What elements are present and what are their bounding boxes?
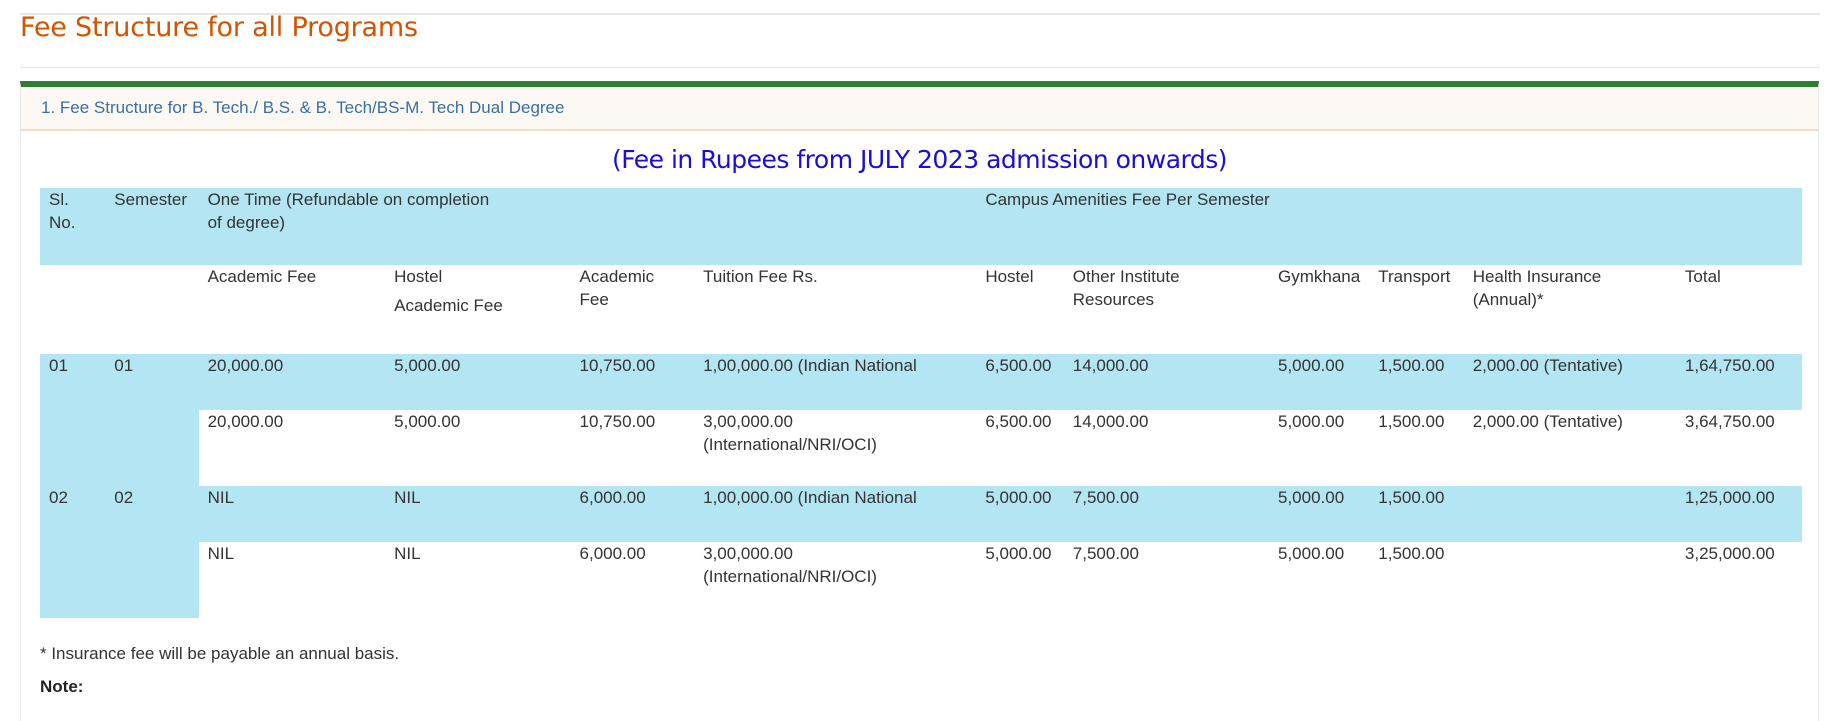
cell-semester: 02 [105,486,199,618]
header-academic-fee: Academic Fee [207,267,317,286]
cell-academic: 20,000.00 [207,356,284,375]
cell-hostel-academic: NIL [394,488,421,507]
cell-gymkhana: 5,000.00 [1277,412,1345,431]
cell-transport: 1,500.00 [1378,488,1445,507]
cell-tuition: 3,00,000.00 (International/NRI/OCI) [694,542,976,618]
cell-other: 7,500.00 [1072,488,1139,507]
header-transport: Transport [1378,267,1451,286]
cell-transport: 1,500.00 [1378,412,1445,431]
cell-other: 14,000.00 [1072,412,1149,431]
table-header-row-2: Academic Fee Hostel Academic Fee Academi… [40,265,1802,354]
header-semester: Semester [114,190,188,209]
cell-gymkhana: 5,000.00 [1277,544,1345,563]
cell-academic: NIL [207,544,235,563]
cell-total: 1,25,000.00 [1684,488,1775,507]
panel-heading: 1. Fee Structure for B. Tech./ B.S. & B.… [21,87,1818,131]
page-title: Fee Structure for all Programs [20,12,418,43]
cell-total: 1,64,750.00 [1684,356,1775,375]
cell-total: 3,25,000.00 [1684,544,1775,563]
panel-heading-link[interactable]: 1. Fee Structure for B. Tech./ B.S. & B.… [41,98,564,118]
cell-academic-2: 6,000.00 [579,544,646,563]
cell-hostel-academic: NIL [394,544,421,563]
cell-gymkhana: 5,000.00 [1277,356,1345,375]
cell-academic: 20,000.00 [207,412,284,431]
header-one-time-text: One Time (Refundable on completion of de… [207,190,490,232]
cell-academic-2: 10,750.00 [579,356,656,375]
cell-sl: 01 [40,354,106,486]
cell-health [1464,542,1676,618]
header-total: Total [1684,267,1721,286]
cell-semester: 01 [105,354,199,486]
header-hostel-line1: Hostel [394,267,443,286]
header-sl-no: Sl. No. [49,190,76,232]
cell-total: 3,64,750.00 [1684,412,1775,431]
header-tuition-fee: Tuition Fee Rs. [703,267,818,286]
cell-tuition: 1,00,000.00 (Indian National [703,356,917,375]
insurance-footnote: * Insurance fee will be payable an annua… [40,644,400,663]
cell-transport: 1,500.00 [1378,544,1445,563]
cell-hostel: 5,000.00 [985,544,1052,563]
cell-tuition: 3,00,000.00 (International/NRI/OCI) [694,410,976,486]
cell-hostel: 6,500.00 [985,412,1052,431]
table-row: 02 02 NIL NIL 6,000.00 1,00,000.00 (Indi… [40,486,1802,618]
cell-health: 2,000.00 (Tentative) [1472,412,1623,431]
header-academic-fee-2: Academic Fee [579,267,655,309]
cell-health: 2,000.00 (Tentative) [1472,356,1623,375]
cell-academic-2: 6,000.00 [579,488,646,507]
header-hostel-academic-fee: Hostel Academic Fee [385,265,570,354]
cell-hostel-academic: 5,000.00 [394,412,461,431]
cell-other: 7,500.00 [1072,544,1139,563]
cell-transport: 1,500.00 [1378,356,1445,375]
table-row: NIL NIL 6,000.00 3,00,000.00 (Internatio… [40,542,1802,618]
fee-table: Sl. No. Semester One Time (Refundable on… [40,188,1802,618]
header-other-resources: Other Institute Resources [1072,267,1180,309]
header-one-time: One Time (Refundable on completion of de… [199,188,977,265]
cell-sl: 02 [40,486,106,618]
cell-academic-2: 10,750.00 [579,412,656,431]
table-row: 01 01 20,000.00 5,000.00 10,750.00 1,00,… [40,354,1802,486]
title-divider [20,67,1820,68]
cell-other: 14,000.00 [1072,356,1149,375]
cell-health [1464,486,1676,542]
cell-tuition: 1,00,000.00 (Indian National [703,488,917,507]
cell-academic: NIL [207,488,235,507]
fee-caption: (Fee in Rupees from JULY 2023 admission … [611,145,1228,174]
header-hostel: Hostel [985,267,1034,286]
cell-hostel-academic: 5,000.00 [394,356,461,375]
header-campus-amenities: Campus Amenities Fee Per Semester [985,190,1270,209]
cell-hostel: 5,000.00 [985,488,1052,507]
header-health-insurance: Health Insurance (Annual)* [1472,267,1602,309]
header-hostel-line2: Academic Fee [394,296,503,315]
cell-hostel: 6,500.00 [985,356,1052,375]
table-header-row-1: Sl. No. Semester One Time (Refundable on… [40,188,1802,265]
cell-tuition-text: 3,00,000.00 (International/NRI/OCI) [703,544,877,586]
fee-panel: 1. Fee Structure for B. Tech./ B.S. & B.… [20,81,1819,721]
note-label: Note: [40,677,84,696]
cell-tuition-text: 3,00,000.00 (International/NRI/OCI) [703,412,877,454]
cell-gymkhana: 5,000.00 [1277,488,1345,507]
header-gymkhana: Gymkhana [1277,267,1361,286]
table-row: 20,000.00 5,000.00 10,750.00 3,00,000.00… [40,410,1802,486]
